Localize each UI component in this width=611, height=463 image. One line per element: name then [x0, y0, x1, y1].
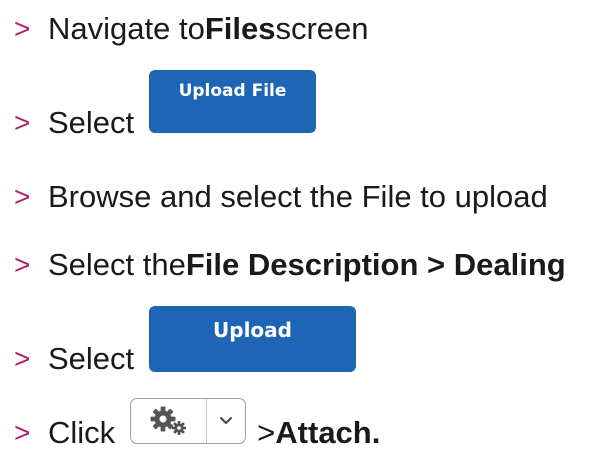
- step-text: Select the: [48, 247, 186, 282]
- step-text: Browse and select the File to upload: [48, 179, 548, 214]
- bullet-icon: >: [14, 342, 31, 374]
- upload-button[interactable]: Upload: [149, 306, 356, 372]
- bullet-icon: >: [14, 106, 31, 138]
- gears-icon[interactable]: [131, 399, 207, 443]
- step-navigate-files: > Navigate to Files screen: [14, 13, 369, 44]
- step-select-description: > Select the File Description > Dealing: [14, 249, 566, 280]
- step-text: Select: [48, 341, 135, 376]
- step-text: Navigate to: [48, 11, 205, 46]
- step-text: Select: [48, 105, 135, 140]
- bullet-icon: >: [14, 416, 31, 448]
- upload-file-button[interactable]: Upload File: [149, 70, 316, 133]
- bullet-icon: >: [14, 180, 31, 212]
- step-bold-text: Attach.: [275, 415, 381, 450]
- settings-dropdown-button[interactable]: [130, 398, 246, 444]
- bullet-icon: >: [14, 248, 31, 280]
- step-text: Click: [48, 415, 116, 450]
- step-bold-text: Files: [204, 11, 276, 46]
- step-tail-text: screen: [275, 11, 369, 46]
- chevron-down-icon[interactable]: [207, 399, 245, 443]
- step-bold-text: File Description > Dealing: [185, 247, 566, 282]
- bullet-icon: >: [14, 12, 31, 44]
- step-separator-text: >: [257, 415, 276, 450]
- step-select-upload-file: > Select: [14, 107, 134, 138]
- step-select-upload: > Select: [14, 343, 134, 374]
- step-browse-file: > Browse and select the File to upload: [14, 181, 548, 212]
